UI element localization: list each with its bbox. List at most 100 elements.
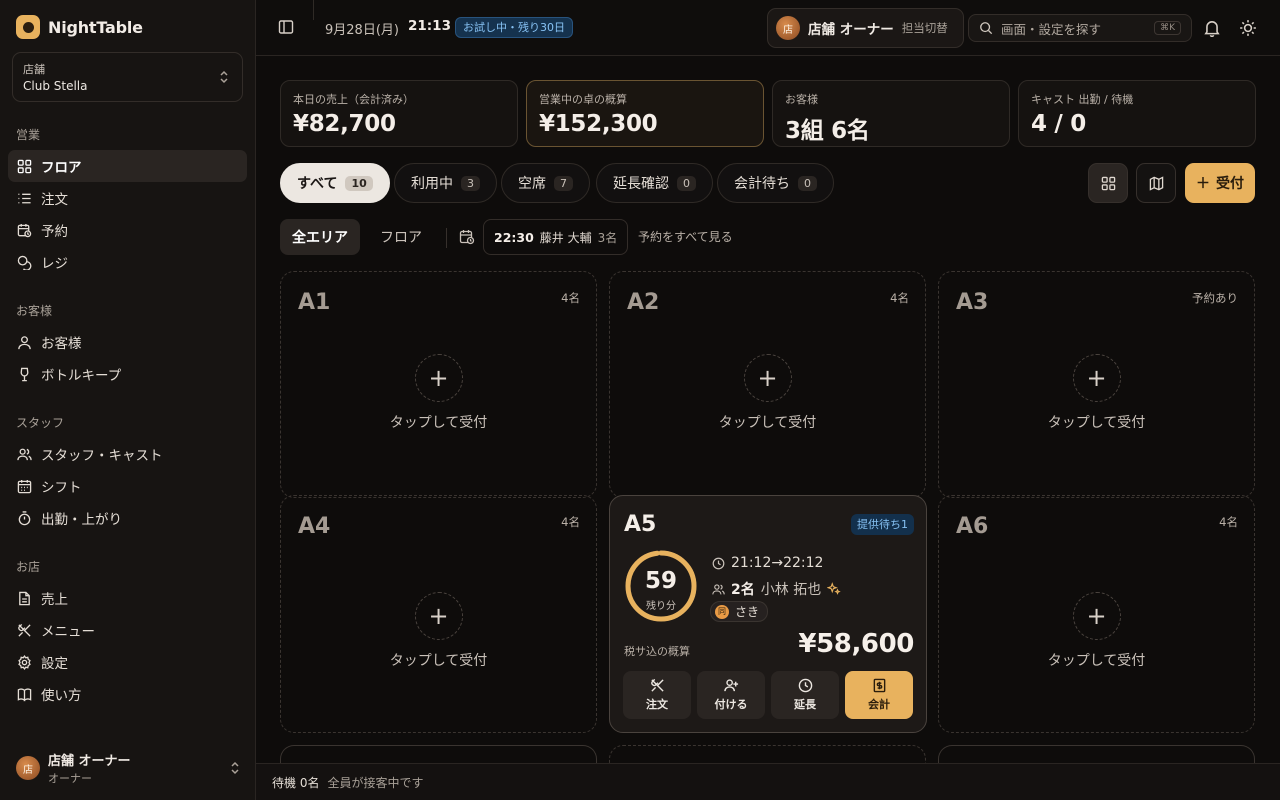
- bell-icon[interactable]: [1203, 19, 1221, 37]
- table-capacity: 4名: [1219, 515, 1238, 529]
- stat-label: キャスト 出勤 / 待機: [1031, 93, 1134, 106]
- stat-value: 3組 6名: [785, 118, 870, 144]
- nav-item-shifts[interactable]: シフト: [8, 470, 247, 502]
- list-icon: [18, 193, 31, 203]
- app-logo[interactable]: NightTable: [16, 15, 143, 39]
- table-capacity: 予約あり: [1192, 291, 1238, 305]
- nav-item-attendance[interactable]: 出勤・上がり: [8, 502, 247, 534]
- clock-icon: [798, 678, 812, 693]
- nav-item-register[interactable]: レジ: [8, 246, 247, 278]
- utensils-icon: [650, 678, 664, 692]
- table-name: A5: [624, 512, 657, 537]
- avatar: 店: [776, 16, 800, 40]
- search-shortcut: ⌘K: [1154, 21, 1181, 35]
- search-input[interactable]: 画面・設定を探す ⌘K: [968, 14, 1192, 42]
- gear-icon: [18, 654, 31, 670]
- waiting-count: 待機 0名: [272, 775, 320, 790]
- filter-label: 空席: [518, 176, 546, 192]
- current-time: 21:13: [408, 18, 451, 34]
- nav-item-sales[interactable]: 売上: [8, 582, 247, 614]
- stat-label: お客様: [785, 93, 818, 106]
- table-card-active[interactable]: A5 提供待ち1 59 残り分 21:12→22:12 2名 小林 拓也 同 さ…: [609, 495, 927, 733]
- map-view-button[interactable]: [1136, 163, 1176, 203]
- utensils-icon: [18, 623, 31, 637]
- douhan-badge: 同: [715, 604, 729, 619]
- table-card-empty[interactable]: A6 4名 + タップして受付: [938, 495, 1255, 733]
- nav-item-reservations[interactable]: 予約: [8, 214, 247, 246]
- tap-to-receive-label: タップして受付: [1047, 653, 1146, 669]
- nav-item-menu[interactable]: メニュー: [8, 614, 247, 646]
- add-reception-button[interactable]: ＋ 受付: [1185, 163, 1255, 203]
- filter-all[interactable]: すべて 10: [280, 163, 390, 203]
- logo-icon: [16, 15, 40, 39]
- session-time: 21:12→22:12: [712, 555, 823, 571]
- cast-tag[interactable]: 同 さき: [710, 601, 769, 622]
- filter-vacant[interactable]: 空席 7: [501, 163, 590, 203]
- filter-in-use[interactable]: 利用中 3: [394, 163, 497, 203]
- nav-item-label: 使い方: [41, 688, 82, 704]
- nav-item-staff-cast[interactable]: スタッフ・キャスト: [8, 438, 247, 470]
- table-card-partial[interactable]: [609, 745, 926, 763]
- table-card-empty[interactable]: A1 4名 + タップして受付: [280, 271, 597, 498]
- nav-item-settings[interactable]: 設定: [8, 646, 247, 678]
- calendar-icon: [17, 479, 32, 493]
- checkout-button[interactable]: 会計: [845, 671, 913, 719]
- nav-item-label: 注文: [41, 192, 68, 208]
- nav-item-guide[interactable]: 使い方: [8, 678, 247, 710]
- book-icon: [17, 688, 32, 701]
- nav-item-label: ボトルキープ: [41, 368, 122, 384]
- next-reservation-chip[interactable]: 22:30 藤井 大輔 3名: [483, 219, 629, 255]
- table-card-empty[interactable]: A2 4名 + タップして受付: [609, 271, 926, 498]
- extend-button[interactable]: 延長: [771, 671, 839, 719]
- user-menu[interactable]: 店 店舗 オーナー オーナー: [16, 750, 241, 786]
- nav-item-customers[interactable]: お客様: [8, 326, 247, 358]
- filter-awaiting-checkout[interactable]: 会計待ち 0: [717, 163, 834, 203]
- estimate-label: 税サ込の概算: [624, 645, 690, 658]
- filter-count: 7: [554, 175, 573, 191]
- area-tab-floor[interactable]: フロア: [368, 219, 434, 255]
- nav-item-orders[interactable]: 注文: [8, 182, 247, 214]
- tap-to-receive-label: タップして受付: [718, 415, 817, 431]
- grid-view-button[interactable]: [1088, 163, 1128, 203]
- user-icon: [18, 335, 31, 349]
- nav-item-label: 出勤・上がり: [41, 512, 122, 528]
- stat-label: 本日の売上（会計済み）: [293, 93, 414, 106]
- nav-item-bottle-keep[interactable]: ボトルキープ: [8, 358, 247, 390]
- assign-cast-button[interactable]: 付ける: [697, 671, 765, 719]
- store-selector[interactable]: 店舗 Club Stella: [12, 52, 243, 102]
- table-card-empty[interactable]: A4 4名 + タップして受付: [280, 495, 597, 733]
- table-name: A3: [956, 290, 989, 315]
- table-capacity: 4名: [561, 515, 580, 529]
- table-name: A6: [956, 514, 989, 539]
- sidebar-toggle-icon[interactable]: [278, 19, 294, 35]
- table-name: A2: [627, 290, 660, 315]
- stat-card-customers: お客様 3組 6名: [772, 80, 1010, 147]
- staff-switcher[interactable]: 店 店舗 オーナー 担当切替: [767, 8, 964, 48]
- app-name: NightTable: [48, 17, 143, 37]
- filter-count: 10: [345, 175, 373, 191]
- add-reception-label: 受付: [1216, 176, 1244, 192]
- plus-icon: +: [414, 592, 463, 640]
- nav-section-shop: お店: [16, 560, 41, 574]
- users-icon: [17, 448, 32, 460]
- see-all-reservations-link[interactable]: 予約をすべて見る: [638, 228, 733, 245]
- nav-item-floor[interactable]: フロア: [8, 150, 247, 182]
- switch-label: 担当切替: [901, 21, 948, 35]
- trial-badge[interactable]: お試し中・残り30日: [455, 17, 573, 38]
- table-card-empty[interactable]: A3 予約あり + タップして受付: [938, 271, 1255, 498]
- order-button[interactable]: 注文: [623, 671, 691, 719]
- order-button-label: 注文: [646, 698, 668, 711]
- calendar-clock-icon: [459, 230, 475, 245]
- table-card-partial[interactable]: [280, 745, 597, 763]
- sun-icon[interactable]: [1239, 19, 1257, 37]
- remaining-minutes: 59: [644, 568, 677, 594]
- waiting-note: 全員が接客中です: [327, 775, 424, 790]
- table-card-partial[interactable]: [938, 745, 1255, 763]
- area-tab-all[interactable]: 全エリア: [280, 219, 360, 255]
- filter-label: 延長確認: [613, 176, 669, 192]
- tap-to-receive-label: タップして受付: [1047, 415, 1146, 431]
- filter-count: 3: [461, 175, 480, 191]
- stat-card-cast: キャスト 出勤 / 待機 4 / 0: [1018, 80, 1256, 147]
- filter-extension-check[interactable]: 延長確認 0: [596, 163, 713, 203]
- plus-icon: +: [414, 354, 463, 402]
